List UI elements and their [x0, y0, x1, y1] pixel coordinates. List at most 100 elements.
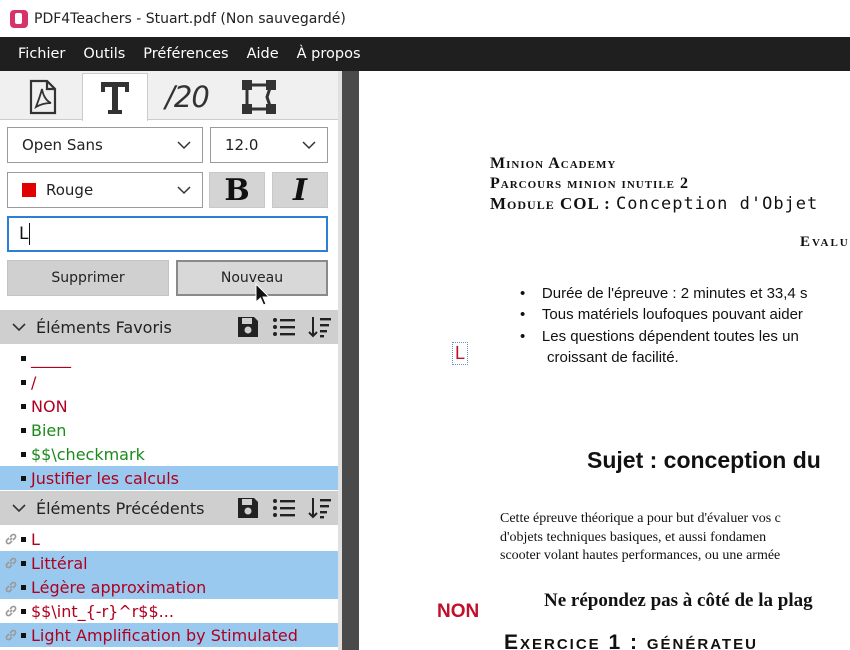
favorites-header[interactable]: Éléments Favoris [0, 310, 338, 344]
link-icon[interactable] [4, 532, 18, 546]
font-family-select[interactable]: Open Sans [7, 127, 203, 163]
doc-warning: Ne répondez pas à côté de la plag [544, 590, 813, 611]
menu-outils[interactable]: Outils [74, 37, 134, 71]
chevron-down-icon [177, 141, 191, 150]
list-item[interactable]: $$\int_{-r}^r$$... [0, 599, 338, 623]
menu-a-propos[interactable]: À propos [288, 37, 370, 71]
element-text-input[interactable]: L [7, 216, 328, 252]
sort-icon[interactable] [308, 496, 332, 520]
menu-bar: Fichier Outils Préférences Aide À propos [0, 37, 850, 71]
save-icon[interactable] [236, 315, 260, 339]
sidebar: /20 Open Sans 12.0 Rouge B I L Supprimer… [0, 71, 338, 650]
chevron-down-icon [302, 141, 316, 150]
delete-button[interactable]: Supprimer [7, 260, 169, 296]
list-item-text: L [31, 529, 40, 549]
list-item[interactable]: Light Amplification by Stimulated [0, 623, 338, 647]
bullet-marker [21, 536, 26, 542]
pdf-icon [29, 79, 57, 114]
link-icon[interactable] [4, 556, 18, 570]
app-logo-icon [10, 9, 28, 28]
tab-pdf[interactable] [10, 73, 76, 120]
doc-subject-title: Sujet : conception du [587, 447, 821, 473]
collapse-arrow-icon[interactable] [12, 503, 26, 513]
link-icon[interactable] [4, 628, 18, 642]
doc-exercise-title: Exercice 1 : générateu [504, 631, 758, 650]
doc-para-1: Cette épreuve théorique a pour but d'éva… [500, 511, 781, 526]
color-select[interactable]: Rouge [7, 172, 203, 208]
doc-header-3-prefix: Module COL : [490, 194, 617, 213]
menu-aide[interactable]: Aide [238, 37, 288, 71]
doc-bullet-3-text: Les questions dépendent toutes les un [541, 328, 799, 345]
list-item[interactable]: Légère approximation [0, 575, 338, 599]
bullet-marker [21, 632, 26, 638]
doc-bullet-2-text: Tous matériels loufoques pouvant aider [541, 306, 803, 323]
doc-bullet-2: • Tous matériels loufoques pouvant aider [520, 306, 803, 323]
tool-tabs: /20 [0, 71, 338, 121]
title-bar: PDF4Teachers - Stuart.pdf (Non sauvegard… [0, 0, 850, 37]
previous-title: Éléments Précédents [36, 498, 205, 518]
list-icon[interactable] [272, 496, 296, 520]
list-item-text: Light Amplification by Stimulated [31, 625, 298, 645]
list-item[interactable]: / [0, 370, 338, 394]
list-item-text: Légère approximation [31, 577, 207, 597]
element-text-value: L [19, 224, 29, 244]
save-icon[interactable] [236, 496, 260, 520]
list-icon[interactable] [272, 315, 296, 339]
doc-header-1: Minion Academy [490, 155, 617, 172]
doc-header-2: Parcours minion inutile 2 [490, 175, 690, 192]
bold-button[interactable]: B [209, 172, 265, 208]
document-view[interactable]: Minion Academy Parcours minion inutile 2… [359, 71, 850, 650]
doc-bullet-1: • Durée de l'épreuve : 2 minutes et 33,4… [520, 285, 808, 302]
previous-header[interactable]: Éléments Précédents [0, 491, 338, 525]
vector-tool-icon [242, 79, 276, 114]
window-title: PDF4Teachers - Stuart.pdf (Non sauvegard… [34, 10, 346, 27]
link-icon[interactable] [4, 604, 18, 618]
list-item[interactable]: Justifier les calculs [0, 466, 338, 490]
document-gutter [342, 71, 359, 650]
font-size-select[interactable]: 12.0 [210, 127, 328, 163]
link-icon[interactable] [4, 580, 18, 594]
doc-bullet-cont: croissant de facilité. [547, 349, 679, 366]
list-item-text: $$\int_{-r}^r$$... [31, 601, 174, 621]
mouse-cursor-icon [255, 283, 271, 306]
doc-header-3: Module COL : Conception d'Objet [490, 194, 818, 214]
annotation-NON[interactable]: NON [437, 601, 479, 623]
previous-list: L Littéral Légère approximation $$\int_{-r}… [0, 527, 338, 647]
list-item[interactable]: L [0, 527, 338, 551]
chevron-down-icon [177, 186, 191, 195]
text-caret [29, 223, 31, 245]
color-swatch [22, 183, 36, 197]
favorites-title: Éléments Favoris [36, 317, 172, 337]
tab-text[interactable] [82, 73, 148, 121]
doc-bullet-3: • Les questions dépendent toutes les un [520, 328, 799, 345]
doc-para-3: scooter volant hautes performances, ou u… [500, 548, 781, 563]
list-item[interactable]: _____ [0, 346, 338, 370]
italic-button[interactable]: I [272, 172, 328, 208]
bullet-marker [21, 379, 26, 385]
list-item-text: / [31, 372, 37, 392]
bullet-marker [21, 560, 26, 566]
collapse-arrow-icon[interactable] [12, 322, 26, 332]
menu-fichier[interactable]: Fichier [0, 37, 74, 71]
list-item-text: Justifier les calculs [31, 468, 179, 488]
bullet-marker [21, 403, 26, 409]
new-button[interactable]: Nouveau [176, 260, 328, 296]
color-value: Rouge [46, 181, 94, 199]
bullet-marker [21, 355, 26, 361]
menu-preferences[interactable]: Préférences [134, 37, 237, 71]
list-item[interactable]: $$\checkmark [0, 442, 338, 466]
list-item[interactable]: NON [0, 394, 338, 418]
bullet-marker [21, 451, 26, 457]
bullet-marker [21, 427, 26, 433]
list-item[interactable]: Bien [0, 418, 338, 442]
italic-label: I [292, 172, 308, 208]
annotation-L[interactable]: L [452, 342, 469, 365]
tab-vector[interactable] [226, 73, 292, 120]
list-item[interactable]: Littéral [0, 551, 338, 575]
sort-icon[interactable] [308, 315, 332, 339]
bullet-marker [21, 608, 26, 614]
tab-grades[interactable]: /20 [154, 73, 220, 120]
list-item-text: Bien [31, 420, 67, 440]
doc-para-2: d'objets techniques basiques, et aussi f… [500, 530, 767, 545]
favorites-list: _____ / NON Bien $$\checkmark Justifier les c… [0, 346, 338, 490]
